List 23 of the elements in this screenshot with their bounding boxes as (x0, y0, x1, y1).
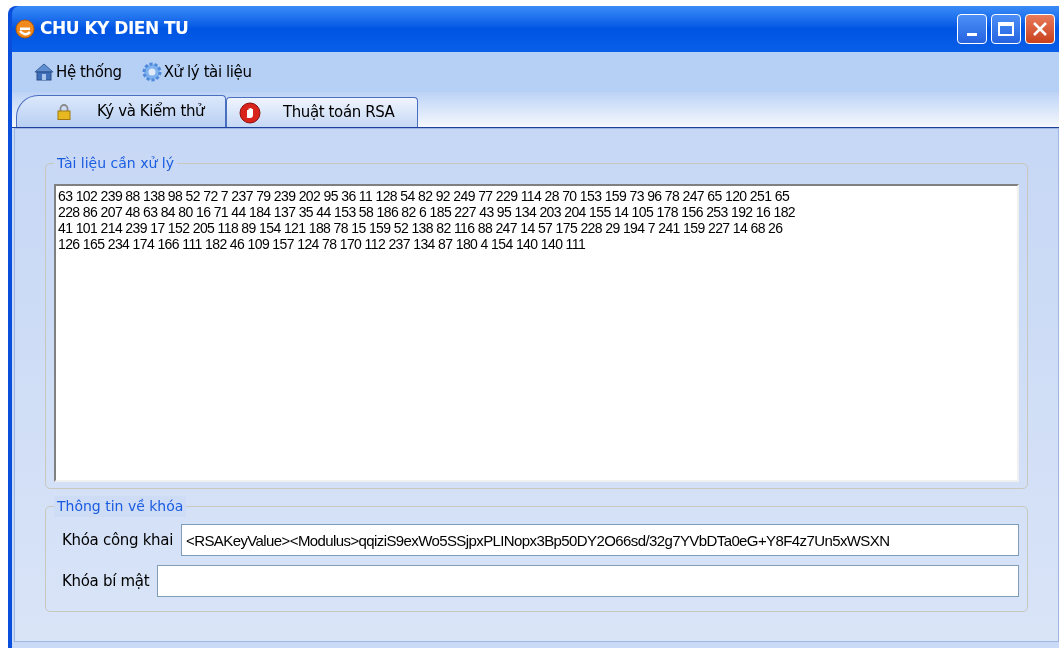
window-title: CHU KY DIEN TU (40, 17, 189, 41)
menu-item[interactable]: Hệ thống (34, 60, 122, 84)
tab[interactable]: Ký và Kiểm thử (16, 95, 226, 127)
text-field[interactable] (157, 565, 1019, 597)
minimize-button[interactable] (957, 14, 987, 44)
close-icon (1032, 21, 1048, 37)
group-title: Tài liệu cần xử lý (54, 153, 177, 174)
close-button[interactable] (1025, 14, 1055, 44)
document-text-area[interactable]: 63 102 239 88 138 98 52 72 7 237 79 239 202 95 36 11 128 54 82 92 249 77 229 114 28 70 153 159 73 96 78 247 65 120 251 65 228 86 207 48 63 84 80 16 71 44 184 137 35 44 153 58 186 82 6 185 227 43 95 134 203 204 155 14 105 178 156 253 192 16 182 41 101 214 239 17 152 205 118 89 154 121 188 78 15 159 52 138 82 116 88 247 14 57 175 228 29 194 7 241 159 227 14 68 26 126 165 234 174 166 111 182 46 109 157 124 78 170 112 237 134 87 180 4 154 140 140 111 (54, 184, 1019, 482)
field-label: Khóa công khai (62, 529, 174, 551)
field-label: Khóa bí mật (62, 570, 150, 592)
group-title: Thông tin về khóa (54, 496, 187, 517)
maximize-button[interactable] (991, 14, 1021, 44)
menu-item[interactable]: Xử lý tài liệu (141, 60, 252, 84)
app-logo-icon (14, 18, 36, 40)
gear-icon (141, 62, 162, 82)
tab[interactable]: Thuật toán RSA (226, 97, 418, 127)
stop-hand-icon (239, 101, 261, 124)
text-field[interactable]: <RSAKeyValue><Modulus>qqiziS9exWo5SSjpxPLINopx3Bp50DY2O66sd/32g7YVbDTa0eG+Y8F4z7Un5xWSXN (181, 524, 1019, 556)
minimize-icon (967, 33, 977, 36)
padlock-icon (57, 103, 71, 120)
house-icon (34, 63, 54, 81)
maximize-icon (998, 22, 1014, 36)
